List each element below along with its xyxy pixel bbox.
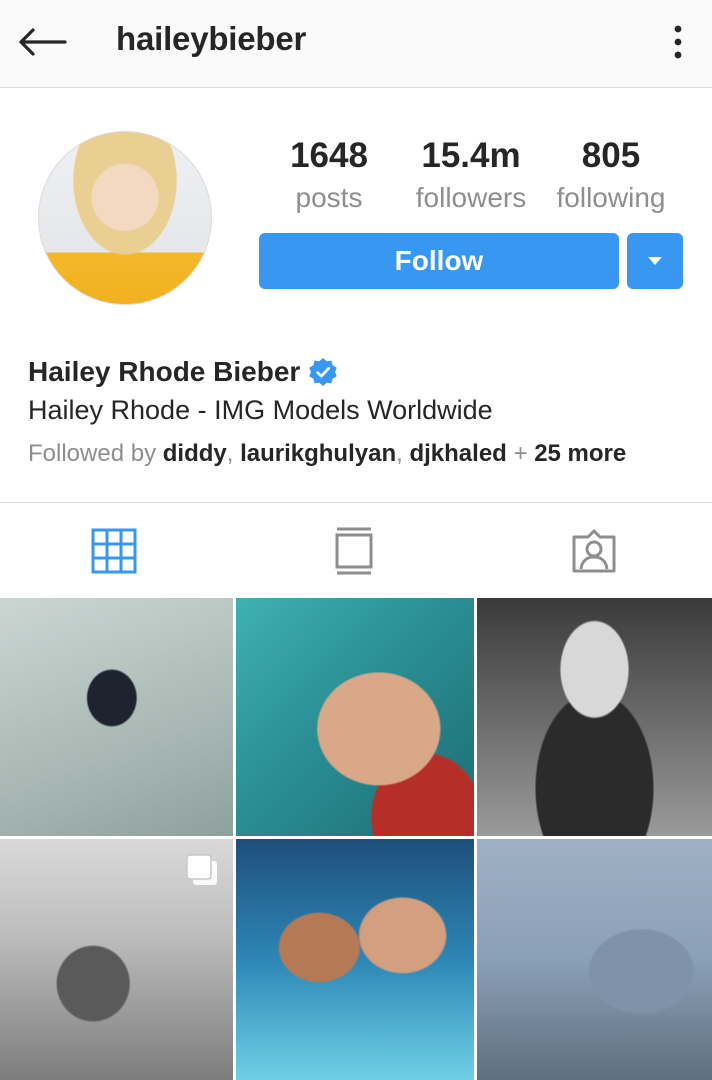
post-thumbnail[interactable]: [477, 598, 712, 836]
full-name: Hailey Rhode Bieber: [28, 356, 301, 387]
arrow-left-icon: [19, 28, 67, 56]
profile-avatar[interactable]: [38, 131, 212, 305]
tagged-person-icon: [572, 529, 616, 573]
followed-by-line[interactable]: Followed by diddy, laurikghulyan, djkhal…: [28, 440, 626, 468]
grid-icon: [91, 528, 137, 574]
tab-grid[interactable]: [90, 527, 138, 575]
back-button[interactable]: [14, 18, 70, 66]
following-count: 805: [581, 136, 641, 175]
followers-count: 15.4m: [421, 136, 521, 175]
post-thumbnail[interactable]: [0, 598, 233, 836]
top-bar: haileybieber: [0, 0, 712, 88]
tab-tagged[interactable]: [570, 527, 618, 575]
multiple-photos-icon: [186, 854, 217, 885]
post-thumbnail[interactable]: [0, 839, 233, 1080]
followed-by-user[interactable]: laurikghulyan: [240, 440, 396, 467]
posts-label: posts: [295, 182, 363, 213]
follow-button[interactable]: Follow: [259, 233, 619, 289]
followers-stat[interactable]: 15.4m followers: [400, 134, 542, 218]
followed-by-prefix: Followed by: [28, 440, 157, 467]
bio-text: Hailey Rhode - IMG Models Worldwide: [28, 395, 493, 425]
tab-feed[interactable]: [330, 527, 378, 575]
following-stat[interactable]: 805 following: [548, 134, 674, 218]
more-options-button[interactable]: [660, 18, 696, 66]
followed-by-more[interactable]: 25 more: [534, 440, 626, 467]
caret-down-icon: [648, 257, 662, 265]
followers-label: followers: [415, 182, 527, 213]
posts-grid: [0, 598, 712, 1080]
suggested-dropdown-button[interactable]: [627, 233, 683, 289]
verified-badge-icon: [309, 358, 338, 386]
posts-stat[interactable]: 1648 posts: [270, 134, 388, 218]
post-thumbnail[interactable]: [477, 839, 712, 1080]
more-vertical-icon: [674, 25, 682, 59]
followed-by-user[interactable]: djkhaled: [409, 440, 506, 467]
profile-tabs: [0, 502, 712, 598]
feed-icon: [335, 527, 373, 575]
following-label: following: [556, 182, 666, 213]
followed-by-plus: +: [513, 440, 528, 467]
followed-by-user[interactable]: diddy: [163, 440, 227, 467]
post-thumbnail[interactable]: [236, 598, 474, 836]
posts-count: 1648: [290, 136, 368, 175]
post-thumbnail[interactable]: [236, 839, 474, 1080]
header-username: haileybieber: [116, 20, 307, 57]
full-name-row: Hailey Rhode Bieber: [28, 356, 338, 388]
